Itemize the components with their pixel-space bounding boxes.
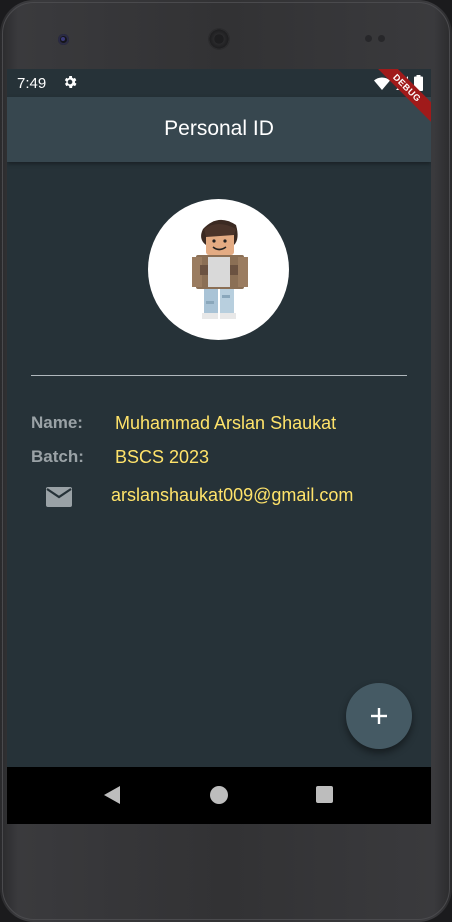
earpiece-speaker <box>208 28 230 50</box>
email-value[interactable]: arslanshaukat009@gmail.com <box>111 485 353 506</box>
name-label: Name: <box>31 413 83 432</box>
avatar <box>148 199 289 340</box>
mail-icon <box>46 487 72 507</box>
add-button[interactable] <box>346 683 412 749</box>
app-bar: Personal ID <box>7 97 431 162</box>
recents-icon[interactable] <box>316 786 333 803</box>
system-nav-bar <box>7 767 431 824</box>
front-camera <box>58 34 69 45</box>
plus-icon <box>371 708 387 724</box>
batch-value: BSCS 2023 <box>115 447 210 467</box>
page-title: Personal ID <box>164 117 274 140</box>
gear-icon <box>64 76 77 88</box>
avatar-image <box>192 219 248 319</box>
status-time: 7:49 <box>17 75 47 92</box>
back-icon[interactable] <box>102 785 122 805</box>
proximity-sensor <box>365 35 372 42</box>
name-value: Muhammad Arslan Shaukat <box>115 413 337 433</box>
light-sensor <box>378 35 385 42</box>
divider <box>31 375 407 376</box>
status-bar: 7:49 <box>7 69 431 97</box>
app-screen: 7:49 Personal ID DEBUG Name: Muhammad Ar… <box>7 69 431 824</box>
batch-label: Batch: <box>31 447 84 466</box>
home-icon[interactable] <box>210 786 228 804</box>
